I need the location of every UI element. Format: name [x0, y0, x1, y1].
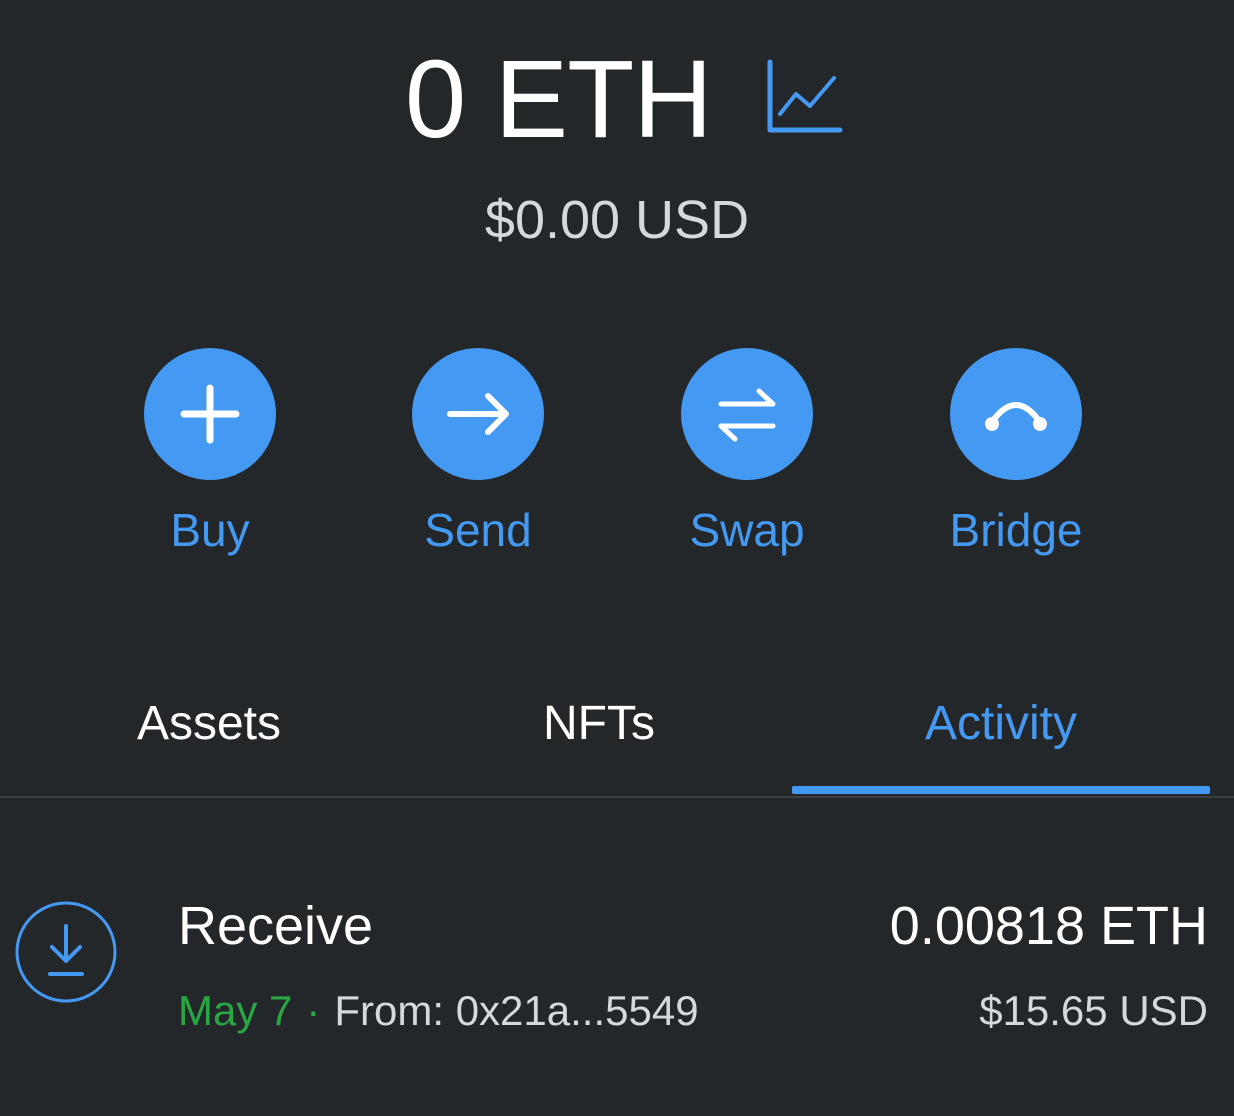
bridge-label: Bridge — [949, 504, 1083, 556]
balance-amount: 0 ETH — [405, 38, 713, 161]
line-chart-icon[interactable] — [764, 58, 844, 138]
transaction-date: May 7 — [178, 987, 293, 1034]
plus-icon — [180, 384, 240, 444]
transaction-fiat: $15.65 USD — [979, 987, 1208, 1034]
buy-button-circle — [144, 348, 276, 480]
arrow-right-icon — [447, 393, 509, 435]
tab-assets[interactable]: Assets — [0, 680, 418, 794]
tab-nfts[interactable]: NFTs — [390, 680, 808, 794]
receive-icon — [14, 900, 118, 1004]
tab-activity-label: Activity — [924, 697, 1077, 750]
bridge-button[interactable]: Bridge — [896, 348, 1136, 568]
bridge-icon — [985, 402, 1047, 431]
send-button[interactable]: Send — [358, 348, 598, 568]
separator-dot: · — [306, 987, 321, 1034]
transaction-amount: 0.00818 ETH — [889, 896, 1208, 956]
wallet-overview: 0 ETH $0.00 USD Buy Send Swap Bridge Ass… — [0, 0, 1234, 1116]
swap-button[interactable]: Swap — [627, 348, 867, 568]
transaction-title: Receive — [178, 896, 374, 956]
send-label: Send — [424, 504, 532, 556]
swap-arrows-icon — [718, 388, 776, 442]
action-bar: Buy Send Swap Bridge — [0, 348, 1234, 568]
tab-activity[interactable]: Activity — [792, 680, 1210, 794]
tab-active-indicator — [792, 786, 1210, 794]
swap-button-circle — [681, 348, 813, 480]
send-button-circle — [412, 348, 544, 480]
tab-bar: Assets NFTs Activity — [0, 680, 1234, 798]
transaction-subtitle: May 7 · From: 0x21a...5549 — [178, 986, 699, 1036]
buy-button[interactable]: Buy — [90, 348, 330, 568]
list-item[interactable]: Receive May 7 · From: 0x21a...5549 0.00818… — [0, 880, 1234, 1040]
swap-label: Swap — [689, 504, 805, 556]
transaction-from: From: 0x21a...5549 — [334, 987, 699, 1034]
bridge-button-circle — [950, 348, 1082, 480]
buy-label: Buy — [170, 504, 250, 556]
balance-header: 0 ETH — [0, 40, 1234, 160]
balance-fiat: $0.00 USD — [484, 190, 750, 250]
